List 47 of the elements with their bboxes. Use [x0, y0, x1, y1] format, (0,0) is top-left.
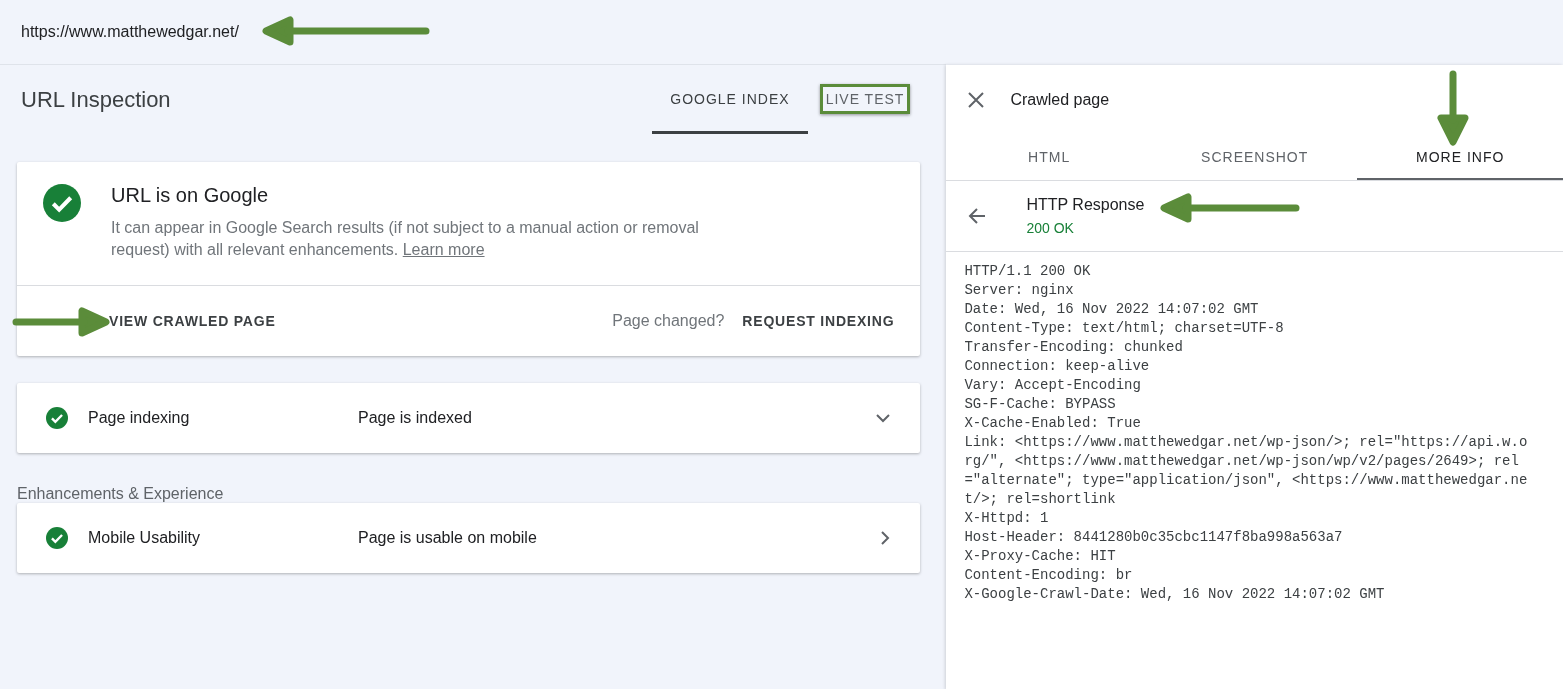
header-line: X-Httpd: 1 — [964, 509, 1049, 528]
header-line: Content-Type: text/html; charset=UTF-8 — [964, 319, 1284, 338]
tab[interactable]: LIVE TEST — [819, 84, 911, 114]
header-line: ="alternate"; type="application/json", <https://www.matthewedgar.ne — [964, 471, 1528, 490]
header-line: Transfer-Encoding: chunked — [964, 338, 1183, 357]
header-line: Connection: keep-alive — [964, 357, 1150, 376]
check-circle-icon — [43, 184, 81, 222]
check-circle-icon — [46, 407, 68, 429]
header-line: Content-Encoding: br — [964, 566, 1133, 585]
header-line: Vary: Accept-Encoding — [964, 376, 1141, 395]
header-line: X-Proxy-Cache: HIT — [964, 547, 1116, 566]
tab[interactable]: SCREENSHOT — [1151, 135, 1358, 180]
row-value: Page is indexed — [358, 409, 473, 427]
header-line: SG-F-Cache: BYPASS — [964, 395, 1116, 414]
header-line: HTTP/1.1 200 OK — [964, 262, 1091, 281]
view-crawled-page-button[interactable]: VIEW CRAWLED PAGE — [109, 313, 276, 329]
request-indexing-button[interactable]: REQUEST INDEXING — [742, 313, 895, 329]
header-line: Host-Header: 8441280b0c35cbc1147f8ba998a563a7 — [964, 528, 1343, 547]
header-line: X-Cache-Enabled: True — [964, 414, 1141, 433]
hint-text: Page changed? — [612, 312, 725, 330]
header-line: t/>; rel=shortlink — [964, 490, 1116, 509]
status-title: URL is on Google — [111, 184, 270, 207]
check-circle-icon — [46, 527, 68, 549]
chevron-down-icon[interactable] — [876, 413, 891, 423]
status-code: 200 OK — [1026, 220, 1075, 236]
header-line: Server: nginx — [964, 281, 1074, 300]
header-line: Date: Wed, 16 Nov 2022 14:07:02 GMT — [964, 300, 1259, 319]
status-description: It can appear in Google Search results (if not subject to a manual action or removal request) with all relevant enhancements. Learn more — [111, 218, 700, 260]
url-text: https://www.matthewedgar.net/ — [21, 23, 239, 41]
tab[interactable]: GOOGLE INDEX — [652, 66, 808, 134]
back-arrow-icon[interactable] — [968, 208, 987, 224]
header-line: X-Google-Crawl-Date: Wed, 16 Nov 2022 14:07:02 GMT — [964, 585, 1385, 604]
header-line: rg/", <https://www.matthewedgar.net/wp-json/wp/v2/pages/2649>; rel — [964, 452, 1519, 471]
section-label: Enhancements & Experience — [17, 485, 225, 503]
header-line: Link: <https://www.matthewedgar.net/wp-json/>; rel="https://api.w.o — [964, 433, 1528, 452]
page-title: URL Inspection — [21, 87, 172, 113]
row-value: Page is usable on mobile — [358, 529, 538, 547]
response-title: HTTP Response — [1026, 196, 1145, 214]
report-row[interactable]: Mobile Usability Page is usable on mobile — [17, 503, 921, 573]
report-row[interactable]: Page indexing Page is indexed — [17, 383, 921, 453]
row-label: Page indexing — [88, 409, 191, 427]
learn-more-link[interactable]: Learn more — [402, 241, 485, 258]
tab[interactable]: HTML — [946, 135, 1152, 180]
panel-title: Crawled page — [1010, 91, 1110, 109]
row-label: Mobile Usability — [88, 529, 202, 547]
chevron-right-icon[interactable] — [881, 531, 891, 545]
close-icon[interactable] — [968, 92, 985, 108]
